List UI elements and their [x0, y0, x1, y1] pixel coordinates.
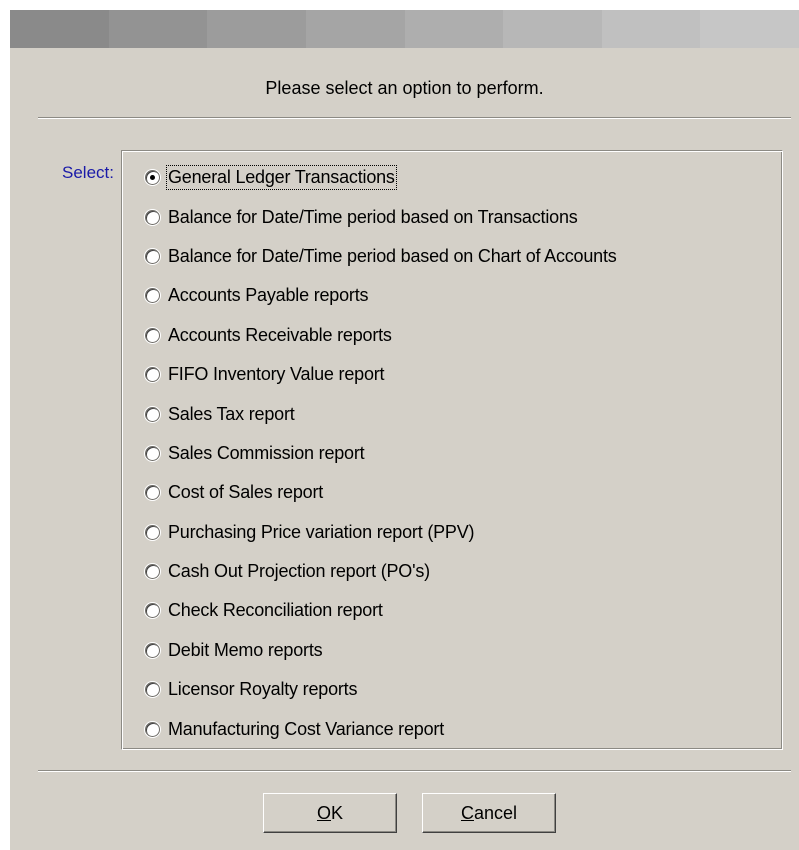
radio-selected-icon[interactable] [145, 170, 160, 186]
report-option-label: Cost of Sales report [168, 482, 324, 503]
report-option-label: Accounts Payable reports [168, 285, 369, 306]
report-option-label: Manufacturing Cost Variance report [168, 718, 445, 739]
cancel-button[interactable]: Cancel [422, 793, 556, 833]
report-options-dialog: Please select an option to perform. Sele… [10, 10, 799, 850]
title-bar [10, 10, 799, 48]
radio-unselected-icon[interactable] [145, 445, 160, 461]
title-strip-segment [503, 10, 602, 48]
dialog-prompt: Please select an option to perform. [265, 78, 544, 98]
report-option[interactable]: Accounts Payable reports [145, 276, 785, 315]
radio-unselected-icon[interactable] [145, 603, 160, 619]
radio-unselected-icon[interactable] [145, 682, 160, 698]
bottom-separator [38, 770, 791, 772]
report-option-label: Balance for Date/Time period based on Ch… [168, 245, 617, 266]
report-option[interactable]: Purchasing Price variation report (PPV) [145, 513, 785, 552]
report-option[interactable]: Debit Memo reports [145, 631, 785, 670]
ok-mnemonic: O [316, 802, 331, 823]
radio-unselected-icon[interactable] [145, 721, 160, 737]
report-option-label: Purchasing Price variation report (PPV) [168, 521, 475, 542]
title-strip-segment [10, 10, 109, 48]
radio-unselected-icon[interactable] [145, 642, 160, 658]
report-option-label: Check Reconciliation report [168, 600, 383, 621]
report-option-list: General Ledger Transactions Balance for D… [145, 158, 785, 749]
report-option[interactable]: Manufacturing Cost Variance report [145, 709, 785, 748]
radio-unselected-icon[interactable] [145, 209, 160, 225]
report-option[interactable]: Cash Out Projection report (PO's) [145, 552, 785, 591]
report-option-label: Accounts Receivable reports [168, 324, 392, 345]
report-option[interactable]: FIFO Inventory Value report [145, 355, 785, 394]
radio-unselected-icon[interactable] [145, 524, 160, 540]
report-option-label: Cash Out Projection report (PO's) [168, 561, 430, 582]
radio-unselected-icon[interactable] [145, 327, 160, 343]
title-strip-segment [601, 10, 701, 48]
report-option-label: Sales Commission report [168, 442, 365, 463]
radio-unselected-icon[interactable] [145, 485, 160, 501]
report-option[interactable]: Sales Tax report [145, 394, 785, 433]
top-separator [38, 117, 791, 119]
title-strip-segment [404, 10, 504, 48]
report-option-label: FIFO Inventory Value report [168, 364, 385, 385]
report-option-label: Licensor Royalty reports [168, 679, 358, 700]
title-strip-segment [207, 10, 306, 48]
select-label: Select: [62, 163, 114, 182]
cancel-mnemonic: C [460, 802, 474, 823]
report-option-label: General Ledger Transactions [166, 165, 397, 191]
report-option-label: Debit Memo reports [168, 639, 323, 660]
report-option[interactable]: General Ledger Transactions [145, 158, 785, 197]
report-option-label: Sales Tax report [168, 403, 295, 424]
ok-label-rest: K [331, 802, 344, 823]
title-strip-segment [305, 10, 405, 48]
radio-unselected-icon[interactable] [145, 288, 160, 304]
report-option[interactable]: Sales Commission report [145, 434, 785, 473]
report-option-label: Balance for Date/Time period based on Tr… [168, 206, 578, 227]
report-option[interactable]: Accounts Receivable reports [145, 316, 785, 355]
report-option[interactable]: Balance for Date/Time period based on Tr… [145, 197, 785, 236]
report-option[interactable]: Cost of Sales report [145, 473, 785, 512]
radio-unselected-icon[interactable] [145, 367, 160, 383]
radio-unselected-icon[interactable] [145, 406, 160, 422]
ok-button[interactable]: OK [263, 793, 397, 833]
cancel-label-rest: ancel [473, 802, 518, 823]
report-option[interactable]: Licensor Royalty reports [145, 670, 785, 709]
title-strip-segment [700, 10, 799, 48]
title-strip-segment [108, 10, 208, 48]
radio-unselected-icon[interactable] [145, 248, 160, 264]
report-option[interactable]: Balance for Date/Time period based on Ch… [145, 237, 785, 276]
report-option[interactable]: Check Reconciliation report [145, 591, 785, 630]
radio-unselected-icon[interactable] [145, 564, 160, 580]
